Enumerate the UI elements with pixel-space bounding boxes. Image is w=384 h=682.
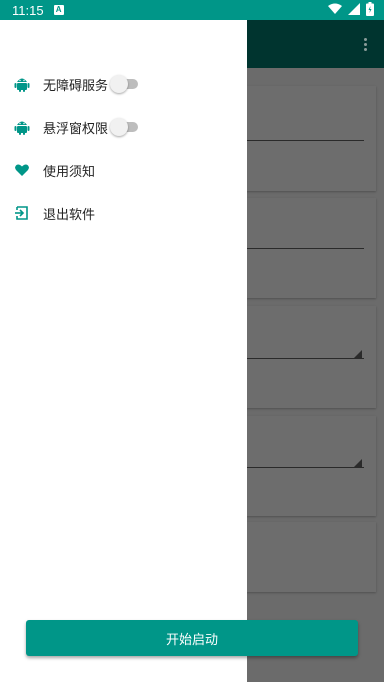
menu-item-overlay-permission[interactable]: 悬浮窗权限 — [0, 107, 247, 147]
menu-item-accessibility-service[interactable]: 无障碍服务 — [0, 64, 247, 104]
background-card-3 — [246, 306, 376, 408]
menu-label-exit-app: 退出软件 — [43, 207, 96, 223]
menu-label-usage-notice: 使用须知 — [43, 164, 96, 180]
signal-icon — [348, 3, 360, 15]
android-icon — [14, 78, 30, 92]
menu-item-exit-app[interactable]: 退出软件 — [0, 193, 247, 233]
overlay-permission-switch[interactable] — [110, 118, 138, 136]
wifi-icon — [328, 3, 342, 14]
android-icon — [14, 121, 30, 135]
menu-label-overlay-permission: 悬浮窗权限 — [43, 121, 109, 137]
start-button[interactable]: 开始启动 — [26, 620, 358, 656]
exit-icon — [15, 206, 28, 220]
a-notification-icon: A — [53, 5, 64, 15]
heart-icon — [15, 164, 29, 176]
status-icons — [328, 2, 374, 16]
background-card-2 — [246, 198, 376, 298]
accessibility-service-switch[interactable] — [110, 75, 138, 93]
battery-icon — [366, 2, 374, 16]
menu-item-usage-notice[interactable]: 使用须知 — [0, 150, 247, 190]
menu-label-accessibility-service: 无障碍服务 — [43, 78, 109, 94]
overflow-menu-icon[interactable] — [364, 38, 368, 52]
background-card-5 — [246, 522, 376, 592]
status-time: 11:15 — [12, 2, 44, 18]
status-bar: 11:15 A — [0, 0, 384, 20]
navigation-drawer: 无障碍服务 悬浮窗权限 使用须知 退出软件 — [0, 20, 247, 682]
background-card-4 — [246, 416, 376, 516]
background-card-1 — [246, 86, 376, 191]
